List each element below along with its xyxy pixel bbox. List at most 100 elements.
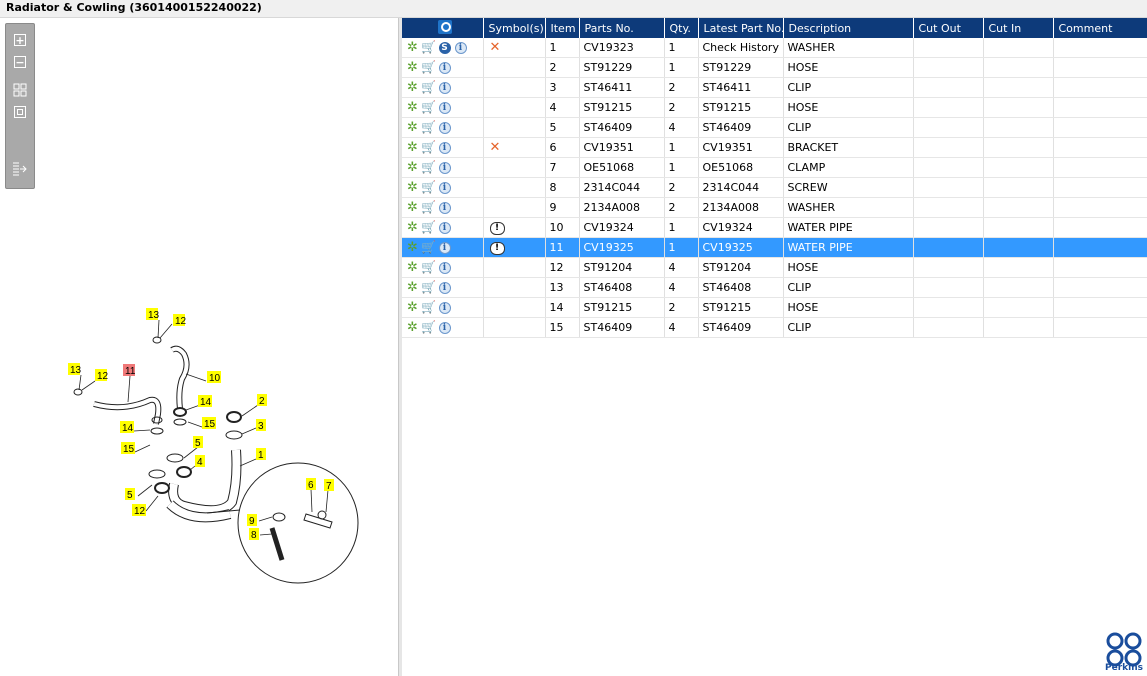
table-row[interactable]: ✲ 🛒 i 8 2314C044 2 2314C044 SCREW: [402, 177, 1147, 198]
table-row[interactable]: ✲ 🛒 i 15 ST46409 4 ST46409 CLIP: [402, 317, 1147, 338]
callout-label[interactable]: 13: [148, 310, 160, 321]
gear-icon[interactable]: ✲: [406, 81, 419, 94]
cart-icon[interactable]: 🛒: [421, 141, 436, 154]
info-icon[interactable]: i: [438, 141, 451, 154]
callout-label-selected[interactable]: 11: [125, 366, 136, 377]
info-icon[interactable]: i: [438, 321, 451, 334]
cart-icon[interactable]: 🛒: [421, 61, 436, 74]
cart-icon[interactable]: 🛒: [421, 101, 436, 114]
gear-icon[interactable]: ✲: [406, 41, 419, 54]
service-icon[interactable]: S: [438, 41, 451, 54]
info-icon[interactable]: i: [438, 201, 451, 214]
callout-label[interactable]: 15: [204, 419, 216, 430]
callout-label[interactable]: 2: [259, 396, 265, 407]
gear-icon[interactable]: ✲: [406, 101, 419, 114]
table-row[interactable]: ✲ 🛒 i 4 ST91215 2 ST91215 HOSE: [402, 97, 1147, 118]
callout-label[interactable]: 5: [195, 438, 201, 449]
table-row[interactable]: ✲ 🛒 i 7 OE51068 1 OE51068 CLAMP: [402, 157, 1147, 178]
row-actions: ✲ 🛒 i: [402, 197, 484, 218]
gear-icon[interactable]: ✲: [406, 201, 419, 214]
callout-label[interactable]: 4: [197, 457, 203, 468]
callout-label[interactable]: 14: [200, 397, 212, 408]
column-header-parts-no[interactable]: Parts No.: [579, 18, 665, 38]
column-header-symbols[interactable]: Symbol(s): [483, 18, 546, 38]
cart-icon[interactable]: 🛒: [421, 301, 436, 314]
column-header-latest-part-no[interactable]: Latest Part No.: [698, 18, 784, 38]
table-row[interactable]: ✲ 🛒 i 12 ST91204 4 ST91204 HOSE: [402, 257, 1147, 278]
note-icon[interactable]: !: [489, 221, 505, 235]
gear-icon[interactable]: ✲: [406, 321, 419, 334]
gear-icon[interactable]: ✲: [406, 181, 419, 194]
callout-label[interactable]: 9: [249, 516, 255, 527]
gear-icon[interactable]: ✲: [406, 261, 419, 274]
cell-cut-in: [983, 317, 1054, 338]
callout-label[interactable]: 8: [251, 530, 257, 541]
column-header-qty[interactable]: Qty.: [664, 18, 699, 38]
find-icon[interactable]: [437, 19, 452, 34]
callout-label[interactable]: 5: [127, 490, 133, 501]
info-icon[interactable]: i: [438, 181, 451, 194]
column-header-cut-in[interactable]: Cut In: [983, 18, 1054, 38]
table-row[interactable]: ✲ 🛒 i! 11 CV19325 1 CV19325 WATER PIPE: [402, 237, 1147, 258]
table-row[interactable]: ✲ 🛒 i 9 2134A008 2 2134A008 WASHER: [402, 197, 1147, 218]
cart-icon[interactable]: 🛒: [421, 41, 436, 54]
cart-icon[interactable]: 🛒: [421, 261, 436, 274]
callout-label[interactable]: 7: [326, 481, 332, 492]
table-row[interactable]: ✲ 🛒 i 14 ST91215 2 ST91215 HOSE: [402, 297, 1147, 318]
gear-icon[interactable]: ✲: [406, 161, 419, 174]
table-row[interactable]: ✲ 🛒 i ✕ 6 CV19351 1 CV19351 BRACKET: [402, 137, 1147, 158]
column-header-cut-out[interactable]: Cut Out: [913, 18, 984, 38]
info-icon[interactable]: i: [438, 221, 451, 234]
callout-label[interactable]: 15: [123, 444, 135, 455]
callout-label[interactable]: 12: [134, 506, 146, 517]
callout-label[interactable]: 1: [258, 450, 264, 461]
gear-icon[interactable]: ✲: [406, 221, 419, 234]
cart-icon[interactable]: 🛒: [421, 181, 436, 194]
column-header-comment[interactable]: Comment: [1053, 18, 1147, 38]
column-header-description[interactable]: Description: [783, 18, 914, 38]
cart-icon[interactable]: 🛒: [421, 281, 436, 294]
table-row[interactable]: ✲ 🛒 Si ✕ 1 CV19323 1 Check History WASHER: [402, 38, 1147, 58]
cell-item: 3: [545, 77, 580, 98]
info-icon[interactable]: i: [438, 61, 451, 74]
callout-label[interactable]: 6: [308, 480, 314, 491]
cart-icon[interactable]: 🛒: [421, 121, 436, 134]
info-icon[interactable]: i: [438, 301, 451, 314]
callout-label[interactable]: 14: [122, 423, 134, 434]
table-row[interactable]: ✲ 🛒 i 5 ST46409 4 ST46409 CLIP: [402, 117, 1147, 138]
info-icon[interactable]: i: [454, 41, 467, 54]
column-header-tools[interactable]: [402, 18, 484, 38]
info-icon[interactable]: i: [438, 281, 451, 294]
gear-icon[interactable]: ✲: [406, 61, 419, 74]
note-icon[interactable]: !: [489, 241, 505, 255]
gear-icon[interactable]: ✲: [406, 301, 419, 314]
gear-icon[interactable]: ✲: [406, 141, 419, 154]
cart-icon[interactable]: 🛒: [421, 81, 436, 94]
cart-icon[interactable]: 🛒: [421, 241, 436, 254]
callout-label[interactable]: 13: [70, 365, 82, 376]
exploded-diagram[interactable]: 13 12 13 12 11 10 14 15 2 3 14 15 5 4 1 …: [0, 18, 398, 676]
gear-icon[interactable]: ✲: [406, 281, 419, 294]
info-icon[interactable]: i: [438, 81, 451, 94]
cart-icon[interactable]: 🛒: [421, 201, 436, 214]
illustration-pane[interactable]: + − 13 12 13 12 11 10 14 15 2 3 14 15 5 …: [0, 18, 399, 676]
callout-label[interactable]: 3: [258, 421, 264, 432]
column-header-item[interactable]: Item: [545, 18, 580, 38]
table-row[interactable]: ✲ 🛒 i 13 ST46408 4 ST46408 CLIP: [402, 277, 1147, 298]
cart-icon[interactable]: 🛒: [421, 161, 436, 174]
table-row[interactable]: ✲ 🛒 i 2 ST91229 1 ST91229 HOSE: [402, 57, 1147, 78]
table-row[interactable]: ✲ 🛒 i 3 ST46411 2 ST46411 CLIP: [402, 77, 1147, 98]
gear-icon[interactable]: ✲: [406, 121, 419, 134]
callout-label[interactable]: 12: [175, 316, 187, 327]
gear-icon[interactable]: ✲: [406, 241, 419, 254]
info-icon[interactable]: i: [438, 261, 451, 274]
cart-icon[interactable]: 🛒: [421, 321, 436, 334]
info-icon[interactable]: i: [438, 241, 451, 254]
info-icon[interactable]: i: [438, 121, 451, 134]
info-icon[interactable]: i: [438, 101, 451, 114]
callout-label[interactable]: 10: [209, 373, 221, 384]
info-icon[interactable]: i: [438, 161, 451, 174]
cart-icon[interactable]: 🛒: [421, 221, 436, 234]
callout-label[interactable]: 12: [97, 371, 109, 382]
table-row[interactable]: ✲ 🛒 i! 10 CV19324 1 CV19324 WATER PIPE: [402, 217, 1147, 238]
